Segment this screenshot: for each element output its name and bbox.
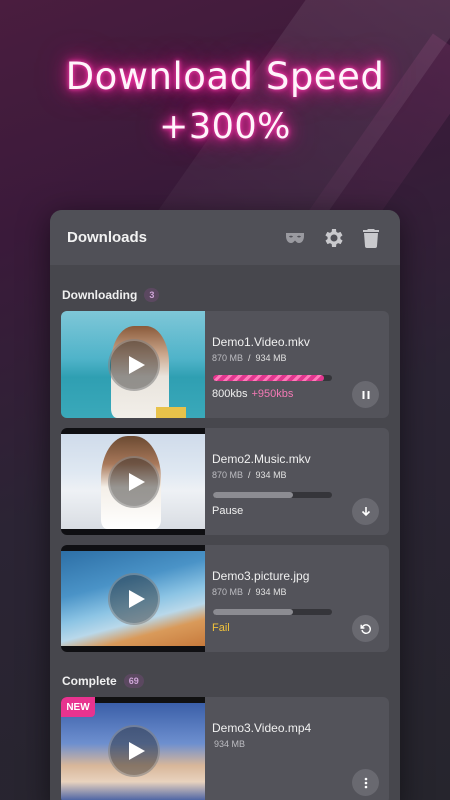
video-thumbnail[interactable]: NEW (61, 697, 205, 800)
retry-button[interactable] (352, 615, 379, 642)
file-size: 870 MB / 934 MB (212, 587, 287, 597)
size-separator: / (248, 353, 251, 363)
progress-fill (213, 609, 293, 615)
downloaded-size: 870 MB (212, 587, 244, 597)
file-size: 870 MB / 934 MB (212, 353, 287, 363)
file-name: Demo3.Video.mp4 (212, 721, 312, 735)
panel-header: Downloads (50, 210, 400, 265)
promo-headline-line1: Download Speed (65, 55, 385, 98)
gear-icon[interactable] (320, 225, 346, 251)
pause-icon (362, 390, 369, 399)
progress-bar (213, 375, 332, 381)
play-icon[interactable] (108, 725, 160, 777)
panel-title: Downloads (67, 229, 148, 246)
progress-fill (213, 375, 324, 381)
file-name: Demo1.Video.mkv (212, 335, 310, 349)
progress-bar (213, 609, 332, 615)
downloaded-size: 870 MB (212, 353, 244, 363)
file-size: 870 MB / 934 MB (212, 470, 287, 480)
download-status: Pause (212, 505, 244, 517)
complete-section-header: Complete 69 (50, 671, 156, 691)
progress-fill (213, 492, 293, 498)
play-icon[interactable] (108, 339, 160, 391)
promo-headline: Download Speed +300% (0, 52, 450, 152)
complete-item-demo3-video[interactable]: NEW Demo3.Video.mp4 934 MB (61, 697, 389, 800)
download-speed: 800kbs (212, 388, 248, 400)
complete-count-badge: 69 (123, 674, 144, 688)
complete-label: Complete (62, 674, 117, 688)
trash-icon[interactable] (358, 225, 384, 251)
total-size: 934 MB (255, 353, 287, 363)
total-size: 934 MB (255, 470, 287, 480)
file-size: 934 MB (214, 739, 246, 749)
image-thumbnail[interactable] (61, 545, 205, 652)
retry-icon (360, 623, 371, 634)
total-size: 934 MB (255, 587, 287, 597)
size-separator: / (248, 587, 251, 597)
download-item-demo3-picture[interactable]: Demo3.picture.jpg 870 MB / 934 MB Fail (61, 545, 389, 652)
play-icon[interactable] (108, 456, 160, 508)
play-icon[interactable] (108, 573, 160, 625)
download-item-demo2[interactable]: Demo2.Music.mkv 870 MB / 934 MB Pause (61, 428, 389, 535)
download-status: Fail (212, 622, 230, 634)
more-options-button[interactable] (352, 769, 379, 796)
download-item-demo1[interactable]: Demo1.Video.mkv 870 MB / 934 MB 800kbs +950… (61, 311, 389, 418)
incognito-mask-icon[interactable] (282, 225, 308, 251)
pause-button[interactable] (352, 381, 379, 408)
downloaded-size: 870 MB (212, 470, 244, 480)
more-vertical-icon (364, 777, 367, 788)
video-thumbnail[interactable] (61, 311, 205, 418)
file-name: Demo2.Music.mkv (212, 452, 311, 466)
video-thumbnail[interactable] (61, 428, 205, 535)
downloading-label: Downloading (62, 288, 138, 302)
thumbnail-detail (156, 407, 186, 418)
speed-boost: +950kbs (251, 388, 294, 400)
promo-headline-line2: +300% (159, 107, 291, 147)
file-name: Demo3.picture.jpg (212, 569, 310, 583)
downloads-panel: Downloads Downloading 3 Demo1.Video.mkv … (50, 210, 400, 800)
downloading-section-header: Downloading 3 (50, 285, 400, 305)
download-status: 800kbs +950kbs (212, 388, 293, 400)
downloading-count-badge: 3 (144, 288, 160, 302)
download-arrow-icon (361, 506, 370, 516)
size-separator: / (248, 470, 251, 480)
progress-bar (213, 492, 332, 498)
new-badge: NEW (61, 697, 95, 717)
resume-download-button[interactable] (352, 498, 379, 525)
